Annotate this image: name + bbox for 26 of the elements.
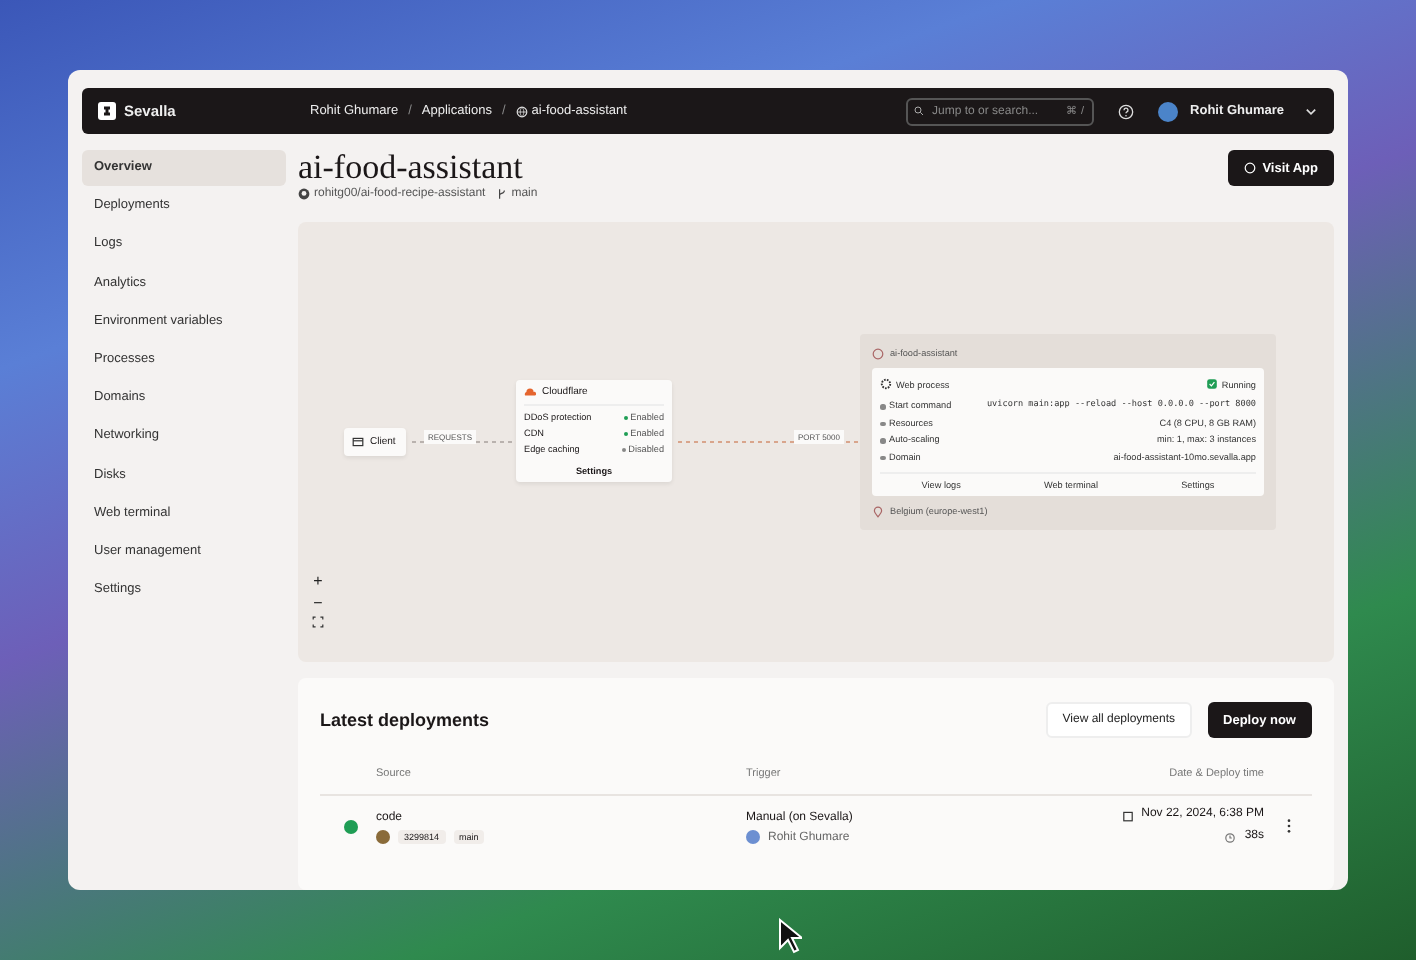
bullet-icon (880, 421, 885, 426)
app-title: ai-food-assistant (298, 150, 525, 186)
zoom-button[interactable]: − (313, 594, 323, 612)
search-icon (914, 106, 925, 116)
calendar-icon (1121, 809, 1134, 821)
browser-icon (352, 436, 364, 448)
cloud-icon (524, 386, 536, 398)
avatar (746, 830, 760, 844)
fit-view-icon[interactable] (312, 616, 324, 628)
chevron-down-icon[interactable] (1304, 104, 1318, 118)
github-icon (298, 188, 310, 200)
branch-icon (495, 188, 508, 200)
bullet-icon (880, 455, 885, 460)
avatar[interactable] (1158, 101, 1179, 121)
location-pin-icon (872, 505, 884, 517)
bullet-icon (880, 404, 885, 409)
clock-icon (1224, 831, 1237, 843)
bullet-icon (880, 438, 885, 443)
check-badge-icon (1205, 378, 1218, 390)
section-title: Latest deployments (320, 710, 490, 730)
more-icon[interactable] (1286, 818, 1292, 834)
avatar (376, 830, 390, 844)
cursor-icon (778, 918, 802, 954)
zoom-button[interactable]: + (313, 572, 323, 590)
logo-icon (98, 102, 116, 120)
help-icon[interactable] (1118, 103, 1135, 119)
